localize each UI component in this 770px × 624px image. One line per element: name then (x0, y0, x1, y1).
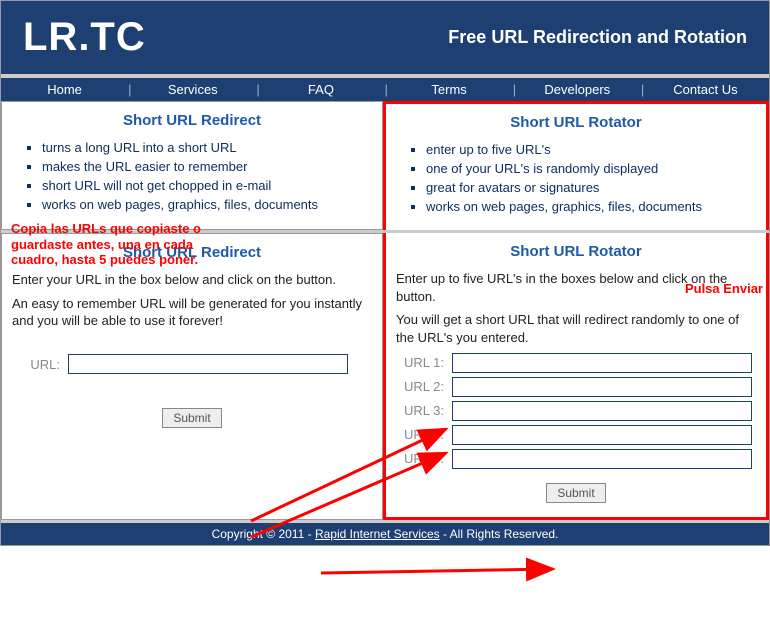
list-item: makes the URL easier to remember (42, 158, 372, 177)
url-4-input[interactable] (452, 425, 752, 445)
panel-rotator-info: Short URL Rotator enter up to five URL's… (383, 101, 769, 230)
footer-link[interactable]: Rapid Internet Services (315, 527, 440, 541)
nav-bar: Home | Services | FAQ | Terms | Develope… (1, 77, 769, 101)
list-item: short URL will not get chopped in e-mail (42, 177, 372, 196)
list-item: works on web pages, graphics, files, doc… (42, 196, 372, 215)
feature-list: enter up to five URL's one of your URL's… (396, 141, 756, 216)
feature-list: turns a long URL into a short URL makes … (12, 139, 372, 214)
nav-services[interactable]: Services (129, 78, 256, 101)
description: An easy to remember URL will be generate… (12, 295, 372, 330)
tagline: Free URL Redirection and Rotation (448, 27, 747, 48)
list-item: turns a long URL into a short URL (42, 139, 372, 158)
field-label: URL 1: (396, 355, 452, 370)
url-1-input[interactable] (452, 353, 752, 373)
field-label: URL 5: (396, 451, 452, 466)
content-grid: Short URL Redirect turns a long URL into… (1, 101, 769, 520)
description: Enter your URL in the box below and clic… (12, 271, 372, 289)
description: You will get a short URL that will redir… (396, 311, 756, 346)
list-item: enter up to five URL's (426, 141, 756, 160)
panel-rotator-form: Short URL Rotator Enter up to five URL's… (383, 233, 769, 519)
url-field-row: URL: (12, 354, 372, 374)
nav-developers[interactable]: Developers (514, 78, 641, 101)
panel-redirect-info: Short URL Redirect turns a long URL into… (1, 101, 383, 230)
footer: Copyright © 2011 - Rapid Internet Servic… (1, 520, 769, 545)
submit-button[interactable]: Submit (162, 408, 221, 428)
field-label: URL: (12, 357, 68, 372)
section-title: Short URL Redirect (12, 112, 372, 129)
url-5-input[interactable] (452, 449, 752, 469)
nav-home[interactable]: Home (1, 78, 128, 101)
nav-terms[interactable]: Terms (386, 78, 513, 101)
list-item: great for avatars or signatures (426, 179, 756, 198)
field-label: URL 2: (396, 379, 452, 394)
url-3-input[interactable] (452, 401, 752, 421)
url-2-input[interactable] (452, 377, 752, 397)
page: LR.TC Free URL Redirection and Rotation … (0, 0, 770, 546)
section-title: Short URL Rotator (396, 114, 756, 131)
submit-button[interactable]: Submit (546, 483, 605, 503)
field-label: URL 3: (396, 403, 452, 418)
panel-redirect-form: Short URL Redirect Enter your URL in the… (1, 233, 383, 519)
field-label: URL 4: (396, 427, 452, 442)
copyright-text: - All Rights Reserved. (440, 527, 559, 541)
list-item: one of your URL's is randomly displayed (426, 160, 756, 179)
nav-faq[interactable]: FAQ (257, 78, 384, 101)
section-title: Short URL Redirect (12, 244, 372, 261)
description: Enter up to five URL's in the boxes belo… (396, 270, 756, 305)
logo: LR.TC (23, 15, 146, 60)
copyright-text: Copyright © 2011 - (212, 527, 315, 541)
list-item: works on web pages, graphics, files, doc… (426, 198, 756, 217)
section-title: Short URL Rotator (396, 243, 756, 260)
url-input[interactable] (68, 354, 348, 374)
header: LR.TC Free URL Redirection and Rotation (1, 1, 769, 77)
nav-contact[interactable]: Contact Us (642, 78, 769, 101)
